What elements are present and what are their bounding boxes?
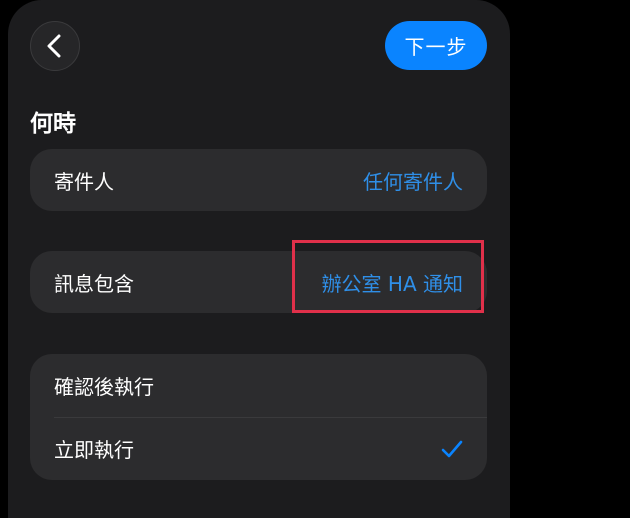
message-contains-row[interactable]: 訊息包含 辦公室 HA 通知 [30,251,487,313]
run-option-label: 確認後執行 [54,375,154,399]
sender-label: 寄件人 [54,169,114,194]
sender-row[interactable]: 寄件人 任何寄件人 [30,149,487,211]
back-button[interactable] [30,21,80,71]
chevron-left-icon [47,34,61,58]
run-option-immediate[interactable]: 立即執行 [30,417,487,480]
message-contains-label: 訊息包含 [54,271,134,296]
message-contains-value: 辦公室 HA 通知 [321,271,463,296]
checkmark-icon [441,439,463,459]
keyword-card: 訊息包含 辦公室 HA 通知 [30,251,487,313]
screen: 下一步 何時 寄件人 任何寄件人 訊息包含 辦公室 HA 通知 確認後執行 立即… [0,0,630,518]
next-button[interactable]: 下一步 [385,21,487,70]
sender-value: 任何寄件人 [363,169,463,194]
section-title: 何時 [30,111,76,137]
run-option-confirm[interactable]: 確認後執行 [30,354,487,417]
sender-card: 寄件人 任何寄件人 [30,149,487,211]
run-mode-card: 確認後執行 立即執行 [30,354,487,480]
run-option-label: 立即執行 [54,438,134,462]
